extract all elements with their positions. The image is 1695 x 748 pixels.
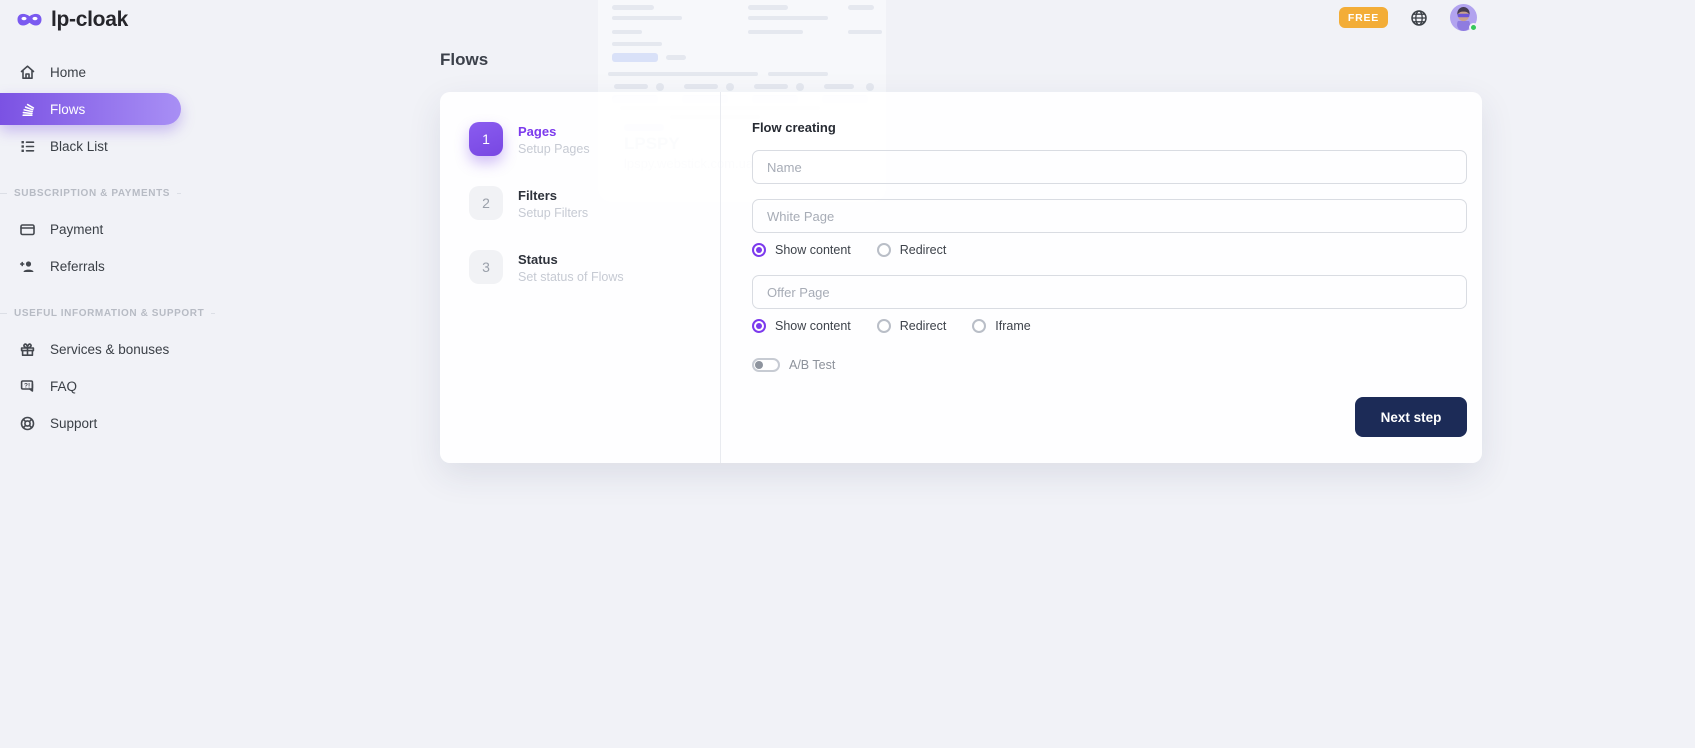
flow-name-input[interactable] — [752, 150, 1467, 184]
sidebar-item-home[interactable]: Home — [0, 56, 190, 88]
ab-test-label: A/B Test — [789, 358, 835, 372]
sidebar-item-referrals[interactable]: Referrals — [0, 250, 190, 282]
sidebar-item-support[interactable]: Support — [0, 407, 190, 439]
sidebar-item-label: Services & bonuses — [50, 342, 169, 357]
sidebar-item-label: Home — [50, 65, 86, 80]
sidebar-item-label: Black List — [50, 139, 108, 154]
sidebar-item-label: Support — [50, 416, 97, 431]
offer-page-input[interactable] — [752, 275, 1467, 309]
white-redirect-radio[interactable] — [877, 243, 891, 257]
flow-form: Flow creating Show content Redirect Show… — [721, 92, 1482, 463]
ab-test-toggle[interactable] — [752, 358, 780, 372]
step-pages[interactable]: 1 Pages Setup Pages — [469, 122, 720, 156]
sidebar-item-payment[interactable]: Payment — [0, 213, 190, 245]
section-title: SUBSCRIPTION & PAYMENTS — [14, 188, 170, 199]
list-icon — [18, 137, 36, 155]
section-title: USEFUL INFORMATION & SUPPORT — [14, 308, 204, 319]
offer-show-content-radio[interactable] — [752, 319, 766, 333]
sidebar-item-label: FAQ — [50, 379, 77, 394]
step-filters[interactable]: 2 Filters Setup Filters — [469, 186, 720, 220]
form-title: Flow creating — [752, 120, 1467, 135]
sidebar-item-black-list[interactable]: Black List — [0, 130, 190, 162]
offer-page-mode-group: Show content Redirect Iframe — [752, 315, 1467, 337]
brand-name: lp-cloak — [51, 8, 128, 32]
step-status[interactable]: 3 Status Set status of Flows — [469, 250, 720, 284]
credit-card-icon — [18, 220, 36, 238]
sidebar-item-label: Referrals — [50, 259, 105, 274]
sidebar-section-subscription: SUBSCRIPTION & PAYMENTS — [0, 188, 190, 199]
offer-redirect-radio[interactable] — [877, 319, 891, 333]
home-icon — [18, 63, 36, 81]
ab-test-row: A/B Test — [752, 358, 1467, 372]
lifebuoy-icon — [18, 414, 36, 432]
white-page-mode-group: Show content Redirect — [752, 239, 1467, 261]
step-subtitle: Setup Filters — [518, 206, 588, 220]
offer-iframe-radio[interactable] — [972, 319, 986, 333]
step-number: 2 — [469, 186, 503, 220]
stepper: 1 Pages Setup Pages 2 Filters Setup Filt… — [440, 92, 721, 463]
step-title: Pages — [518, 122, 590, 139]
step-title: Status — [518, 250, 624, 267]
radio-label: Redirect — [900, 319, 947, 333]
sidebar: lp-cloak Home Flows — [0, 0, 190, 748]
language-globe-icon[interactable] — [1410, 9, 1428, 27]
radio-label: Iframe — [995, 319, 1030, 333]
flow-creating-modal: 1 Pages Setup Pages 2 Filters Setup Filt… — [440, 92, 1482, 463]
sidebar-item-label: Payment — [50, 222, 103, 237]
brand-logo[interactable]: lp-cloak — [0, 0, 190, 32]
step-subtitle: Set status of Flows — [518, 270, 624, 284]
referral-user-icon — [18, 257, 36, 275]
flows-icon — [18, 100, 36, 118]
white-page-input[interactable] — [752, 199, 1467, 233]
step-subtitle: Setup Pages — [518, 142, 590, 156]
faq-bubble-icon: ?! — [18, 377, 36, 395]
sidebar-item-faq[interactable]: ?! FAQ — [0, 370, 190, 402]
plan-badge[interactable]: FREE — [1339, 7, 1388, 28]
step-number: 3 — [469, 250, 503, 284]
step-title: Filters — [518, 186, 588, 203]
page-title: Flows — [440, 50, 488, 70]
sidebar-section-support: USEFUL INFORMATION & SUPPORT — [0, 308, 190, 319]
radio-label: Show content — [775, 243, 851, 257]
mask-logo-icon — [16, 10, 43, 30]
white-show-content-radio[interactable] — [752, 243, 766, 257]
svg-text:?!: ?! — [24, 382, 30, 389]
next-step-button[interactable]: Next step — [1355, 397, 1467, 437]
step-number: 1 — [469, 122, 503, 156]
sidebar-item-label: Flows — [50, 102, 85, 117]
online-status-dot — [1469, 23, 1478, 32]
sidebar-item-services[interactable]: Services & bonuses — [0, 333, 190, 365]
sidebar-item-flows[interactable]: Flows — [0, 93, 181, 125]
gift-icon — [18, 340, 36, 358]
user-avatar[interactable] — [1450, 4, 1477, 31]
radio-label: Show content — [775, 319, 851, 333]
radio-label: Redirect — [900, 243, 947, 257]
